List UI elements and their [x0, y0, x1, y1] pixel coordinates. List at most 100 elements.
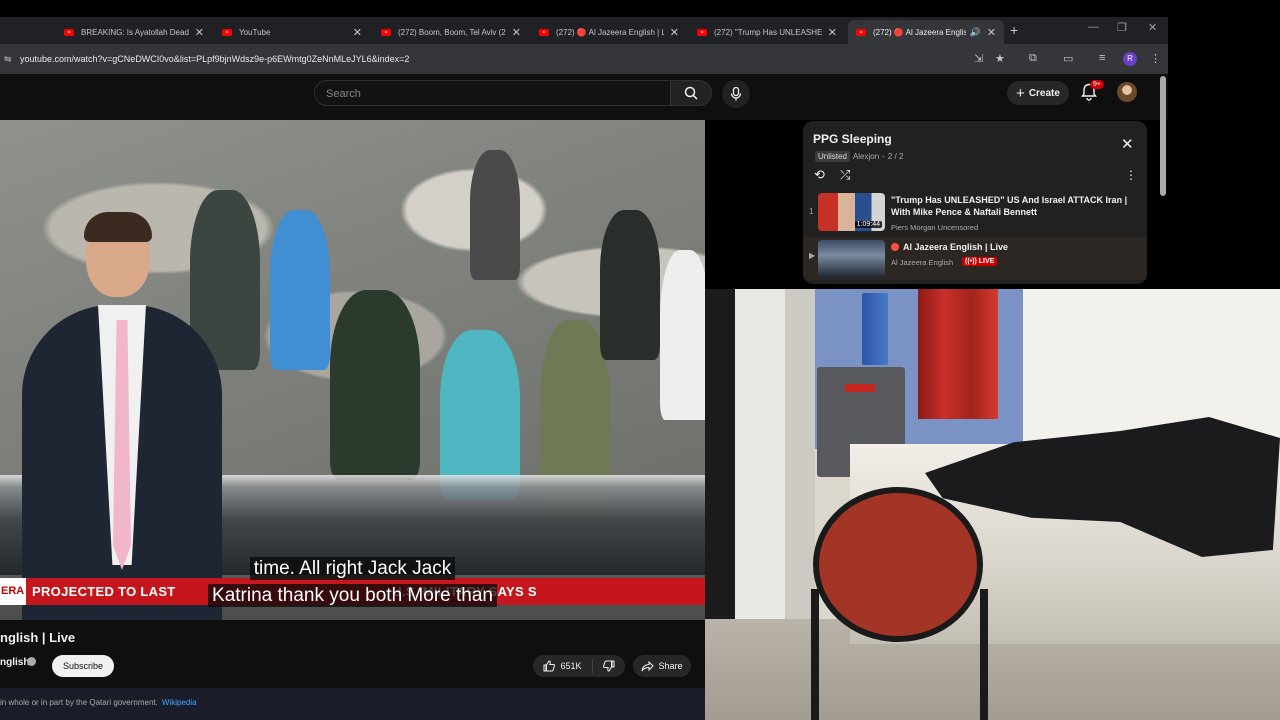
unlisted-label: Unlisted [818, 152, 847, 161]
dislike-button[interactable] [593, 660, 625, 672]
wikipedia-link[interactable]: Wikipedia [162, 698, 197, 707]
playlist-title[interactable]: PPG Sleeping [813, 132, 892, 146]
verified-badge-icon [27, 657, 36, 666]
youtube-favicon-icon [381, 28, 391, 36]
extensions-icon[interactable]: ⧉ [1029, 52, 1037, 65]
now-playing-icon: ▶ [809, 251, 816, 260]
search-button[interactable] [670, 80, 712, 106]
live-badge: ((•)) LIVE [962, 257, 998, 266]
like-dislike-group: 651K [533, 655, 625, 677]
page-scrollbar[interactable] [1160, 76, 1166, 196]
youtube-favicon-icon [64, 28, 74, 36]
fridge-sticker [845, 384, 875, 392]
close-tab-icon[interactable]: ✕ [353, 26, 362, 39]
youtube-favicon-icon [856, 28, 866, 36]
minimize-icon[interactable]: — [1088, 21, 1099, 33]
crowd-figure [600, 210, 660, 360]
chair-leg [811, 589, 819, 720]
video-duration: 1:09:44 [854, 221, 882, 228]
crowd-figure [330, 290, 420, 480]
share-label: Share [658, 661, 683, 671]
subscribe-button[interactable]: Subscribe [52, 655, 114, 677]
tab-title: (272) 🔴 Al Jazeera English [873, 27, 966, 37]
site-info-icon[interactable]: ⇋ [4, 54, 14, 65]
playlist-item-title[interactable]: "Trump Has UNLEASHED" US And Israel ATTA… [891, 194, 1131, 218]
browser-tab-2[interactable]: YouTube ✕ [214, 20, 370, 44]
more-options-icon[interactable]: ⋮ [1125, 168, 1137, 182]
browser-tab-strip: BREAKING: Is Ayatollah Dead? | ✕ YouTube… [0, 17, 1168, 44]
like-count: 651K [560, 661, 582, 671]
video-title: nglish | Live [0, 630, 76, 645]
subtitle-line-2: Katrina thank you both More than [0, 584, 705, 607]
playlist-position: 2 / 2 [887, 152, 904, 161]
speaker-icon[interactable]: 🔊 [970, 27, 981, 38]
browser-tab-3[interactable]: (272) Boom, Boom, Tel Aviv (20 ✕ [373, 20, 529, 44]
search-input[interactable]: Search [314, 80, 671, 106]
playlist-item[interactable]: 1 1:09:44 "Trump Has UNLEASHED" US And I… [803, 193, 1147, 236]
youtube-favicon-icon [539, 28, 549, 36]
thumbs-up-icon [543, 660, 556, 672]
scroll-up-arrow-icon[interactable]: ▲ [1160, 86, 1166, 92]
loop-playlist-icon[interactable]: ⟲ [814, 167, 825, 183]
browser-tab-5[interactable]: (272) "Trump Has UNLEASHED" ✕ [689, 20, 845, 44]
account-avatar[interactable] [1117, 82, 1137, 102]
browser-tab-active[interactable]: (272) 🔴 Al Jazeera English 🔊 ✕ [848, 20, 1004, 44]
shuffle-icon[interactable]: ⤮ [840, 167, 850, 183]
news-anchor-hair [84, 212, 152, 242]
tab-title: (272) 🔴 Al Jazeera English | Li [556, 27, 664, 37]
thumbs-down-icon [603, 660, 615, 672]
share-arrow-icon [641, 660, 655, 671]
live-dot-icon [891, 243, 899, 251]
close-tab-icon[interactable]: ✕ [670, 26, 679, 39]
subtitle-text: Katrina thank you both More than [208, 584, 497, 607]
browser-profile-avatar[interactable]: R [1123, 52, 1137, 66]
webcam-overlay [705, 289, 1280, 720]
bookmark-star-icon[interactable]: ★ [995, 52, 1005, 65]
tab-title: BREAKING: Is Ayatollah Dead? | [81, 27, 189, 37]
url-text: youtube.com/watch?v=gCNeDWCI0vo&list=PLp… [20, 54, 410, 64]
live-label: LIVE [978, 258, 995, 265]
browser-tab-4[interactable]: (272) 🔴 Al Jazeera English | Li ✕ [531, 20, 687, 44]
close-tab-icon[interactable]: ✕ [512, 26, 521, 39]
crowd-figure [470, 150, 520, 280]
share-button[interactable]: Share [633, 655, 691, 677]
video-player[interactable]: ERA PROJECTED TO LAST-U.S. MILITARY SAYS… [0, 120, 705, 620]
like-button[interactable]: 651K [533, 659, 593, 673]
playlist-item-index: 1 [809, 207, 814, 216]
close-tab-icon[interactable]: ✕ [987, 26, 996, 39]
close-playlist-icon[interactable]: ✕ [1121, 135, 1134, 153]
playlist-item-channel: Piers Morgan Uncensored [891, 223, 979, 232]
voice-search-button[interactable] [722, 80, 750, 108]
crowd-figure [270, 210, 330, 370]
address-bar: ⇋ youtube.com/watch?v=gCNeDWCI0vo&list=P… [0, 44, 1168, 74]
restore-icon[interactable]: ❐ [1117, 21, 1127, 34]
playlist-item-channel: Al Jazeera English [891, 258, 954, 267]
close-window-icon[interactable]: ✕ [1148, 21, 1157, 34]
crowd-figure [660, 250, 705, 420]
plus-icon: + [1016, 84, 1025, 102]
reading-mode-icon[interactable]: ▭ [1063, 52, 1073, 65]
cast-icon[interactable]: ⇲ [974, 52, 983, 65]
youtube-favicon-icon [697, 28, 707, 36]
tab-title: (272) "Trump Has UNLEASHED" [714, 27, 822, 37]
playlist-owner[interactable]: Alexjon [853, 152, 879, 161]
video-details: nglish | Live nglish Subscribe 651K Shar… [0, 620, 705, 720]
browser-tab-1[interactable]: BREAKING: Is Ayatollah Dead? | ✕ [56, 20, 212, 44]
browser-menu-icon[interactable]: ⋮ [1150, 52, 1161, 65]
funding-info-text: in whole or in part by the Qatari govern… [0, 698, 197, 707]
playlist-item-current[interactable]: ▶ Al Jazeera English | Live Al Jazeera E… [803, 237, 1147, 280]
create-button[interactable]: + Create [1007, 81, 1069, 105]
playlist-item-title-row[interactable]: Al Jazeera English | Live [891, 241, 1131, 253]
red-curtain [918, 289, 998, 419]
notification-count-badge: 9+ [1090, 80, 1104, 89]
media-controls-icon[interactable]: ≡ [1099, 52, 1105, 64]
playlist-item-thumbnail[interactable] [818, 240, 885, 278]
playlist-item-thumbnail[interactable]: 1:09:44 [818, 193, 885, 231]
new-tab-button[interactable]: + [1010, 22, 1018, 38]
close-tab-icon[interactable]: ✕ [828, 26, 837, 39]
close-tab-icon[interactable]: ✕ [195, 26, 204, 39]
red-chair-back [813, 487, 983, 642]
channel-name[interactable]: nglish [0, 657, 29, 668]
url-field[interactable]: ⇋ youtube.com/watch?v=gCNeDWCI0vo&list=P… [0, 48, 970, 70]
search-placeholder: Search [326, 88, 361, 100]
